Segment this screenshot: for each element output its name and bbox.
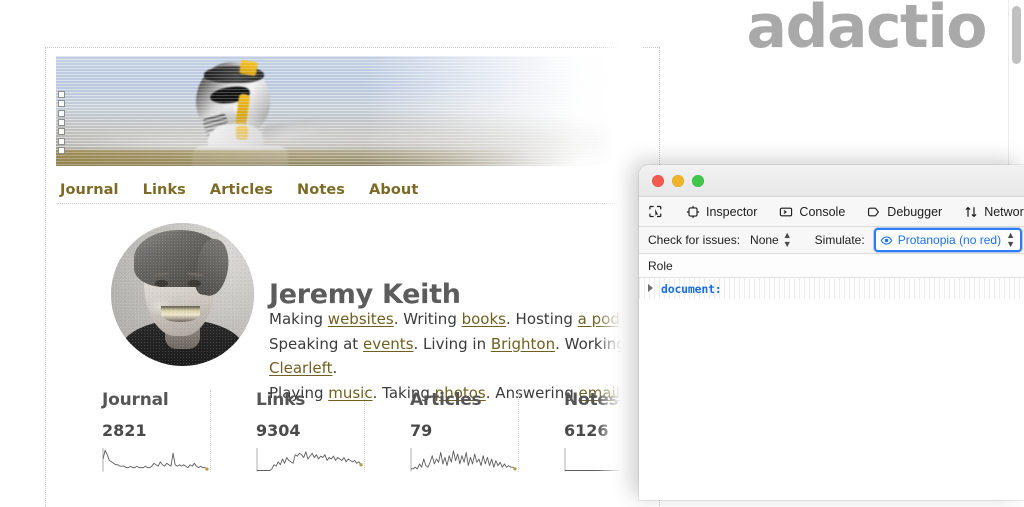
bio-link[interactable]: books [462,310,506,328]
bio-text: . Hosting [506,310,578,328]
page-title: Jeremy Keith [269,279,461,310]
handle-square[interactable] [58,100,65,107]
site-logo[interactable]: adactio [747,0,986,58]
accessibility-subbar: Check for issues: None ▲▼ Simulate: Prot… [639,227,1024,254]
bio-link[interactable]: Clearleft [269,359,333,377]
accessibility-tree: document: [639,278,1024,500]
devtools-window: Inspector Console Debugger Network Check… [639,165,1024,500]
check-for-issues-select[interactable]: None ▲▼ [747,230,795,250]
banner-gold-band [56,150,616,166]
tab-label: Console [799,205,845,219]
site-nav: Journal Links Articles Notes About [57,176,617,204]
stat-title: Articles [410,390,518,410]
handle-square[interactable] [58,91,65,98]
bio-text: . [333,359,338,377]
nav-item-about[interactable]: About [369,182,418,198]
stat-column-links: Links 9304 [211,390,365,472]
tab-console[interactable]: Console [768,198,856,226]
sparkline-links [256,446,364,472]
nav-item-journal[interactable]: Journal [60,182,119,198]
tree-node-label: document: [661,282,722,296]
tab-inspector[interactable]: Inspector [675,198,768,226]
nav-item-links[interactable]: Links [143,182,186,198]
simulate-value: Protanopia (no red) [898,233,1001,247]
hero-banner-image [56,56,616,166]
nav-item-articles[interactable]: Articles [210,182,273,198]
stat-count: 9304 [256,421,364,440]
scrollbar-thumb[interactable] [1012,6,1021,64]
check-for-issues-value: None [750,233,779,247]
simulate-label: Simulate: [815,233,865,247]
content-frame: Journal Links Articles Notes About [45,47,660,507]
bio-link[interactable]: websites [328,310,394,328]
eye-icon [880,234,893,247]
tab-label: Debugger [887,205,942,219]
stat-column-articles: Articles 79 [365,390,519,472]
check-for-issues-label: Check for issues: [648,233,740,247]
banner-resize-handles[interactable] [58,91,67,154]
stepper-icon: ▲▼ [1006,231,1015,249]
handle-square[interactable] [58,119,65,126]
handle-square[interactable] [58,138,65,145]
tab-label: Inspector [706,205,757,219]
minimize-button[interactable] [672,175,684,187]
tree-row-document[interactable]: document: [639,278,1024,299]
maximize-button[interactable] [692,175,704,187]
tree-column-header: Role [639,254,1024,278]
bio-text: . Working at [555,335,646,353]
bio-text: . Writing [394,310,462,328]
stepper-icon: ▲▼ [783,231,792,249]
stat-count: 79 [410,421,518,440]
tab-label: Network [984,205,1024,219]
bio-link[interactable]: events [363,335,414,353]
stat-title: Journal [102,390,210,410]
element-picker-icon[interactable] [648,201,663,223]
tab-debugger[interactable]: Debugger [856,198,953,226]
chevron-right-icon[interactable] [647,284,656,293]
devtools-titlebar [639,165,1024,197]
bio-text: . Living in [414,335,491,353]
handle-square[interactable] [58,110,65,117]
bio-line: Speaking at events. Living in Brighton. … [269,332,689,381]
stat-count: 2821 [102,421,210,440]
bio-text: Making [269,310,328,328]
simulate-select[interactable]: Protanopia (no red) ▲▼ [874,228,1022,252]
bio-text: Speaking at [269,335,363,353]
sparkline-articles [410,446,518,472]
stats-row: Journal 2821 Links 9304 Articles 79 Note… [57,390,657,472]
close-button[interactable] [652,175,664,187]
nav-item-notes[interactable]: Notes [297,182,345,198]
column-header-role: Role [648,259,673,273]
bio-line: Making websites. Writing books. Hosting … [269,307,689,332]
sparkline-journal [102,446,210,472]
devtools-tabbar: Inspector Console Debugger Network [639,197,1024,227]
bio-link[interactable]: Brighton [491,335,555,353]
handle-square[interactable] [58,147,65,154]
avatar [111,223,254,366]
handle-square[interactable] [58,128,65,135]
stat-title: Links [256,390,364,410]
stat-column-journal: Journal 2821 [57,390,211,472]
tab-network[interactable]: Network [953,198,1024,226]
